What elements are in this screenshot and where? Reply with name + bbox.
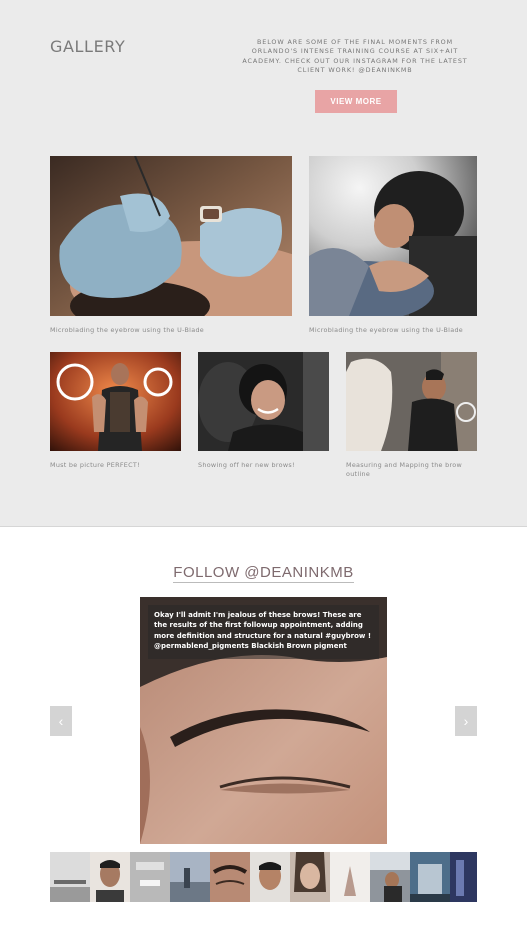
microblading-photo-image xyxy=(50,156,292,316)
microblading-photo-image xyxy=(309,156,477,316)
instagram-thumbnail[interactable] xyxy=(50,852,90,902)
instagram-post-caption: Okay I'll admit I'm jealous of these bro… xyxy=(148,605,379,659)
follow-title: FOLLOW @DEANINKMB xyxy=(0,564,527,583)
gallery-photo-3[interactable] xyxy=(50,352,181,451)
carousel-prev-button[interactable]: ‹ xyxy=(50,706,72,736)
instagram-thumbnail[interactable] xyxy=(450,852,477,902)
instagram-thumbnail-strip xyxy=(50,852,477,902)
instagram-thumbnail[interactable] xyxy=(130,852,170,902)
instagram-thumbnail[interactable] xyxy=(250,852,290,902)
gallery-caption-2: Microblading the eyebrow using the U-Bla… xyxy=(309,326,464,334)
gallery-caption-4: Showing off her new brows! xyxy=(198,461,295,469)
smiling-client-image xyxy=(198,352,329,451)
carousel-next-button[interactable]: › xyxy=(455,706,477,736)
gallery-title: GALLERY xyxy=(50,37,126,56)
chevron-left-icon: ‹ xyxy=(58,713,64,729)
gallery-section: GALLERY BELOW ARE SOME OF THE FINAL MOME… xyxy=(0,0,527,527)
view-more-button[interactable]: VIEW MORE xyxy=(315,90,397,113)
brow-mapping-image xyxy=(346,352,477,451)
gallery-photo-2[interactable] xyxy=(309,156,477,316)
instagram-thumbnail[interactable] xyxy=(330,852,370,902)
instagram-thumbnail[interactable] xyxy=(290,852,330,902)
chevron-right-icon: › xyxy=(463,713,469,729)
gallery-photo-1[interactable] xyxy=(50,156,292,316)
instagram-thumbnail[interactable] xyxy=(170,852,210,902)
gallery-caption-5: Measuring and Mapping the brow outline xyxy=(346,461,462,478)
instagram-thumbnail[interactable] xyxy=(410,852,450,902)
instagram-thumbnail[interactable] xyxy=(90,852,130,902)
ring-light-portrait-image xyxy=(50,352,181,451)
gallery-caption-1: Microblading the eyebrow using the U-Bla… xyxy=(50,326,205,334)
follow-title-link[interactable]: FOLLOW @DEANINKMB xyxy=(173,564,354,583)
instagram-feed-main-post[interactable]: Okay I'll admit I'm jealous of these bro… xyxy=(140,597,387,844)
gallery-photo-4[interactable] xyxy=(198,352,329,451)
instagram-thumbnail[interactable] xyxy=(370,852,410,902)
gallery-intro: BELOW ARE SOME OF THE FINAL MOMENTS FROM… xyxy=(242,38,468,75)
gallery-photo-5[interactable] xyxy=(346,352,477,451)
instagram-thumbnail[interactable] xyxy=(210,852,250,902)
gallery-caption-3: Must be picture PERFECT! xyxy=(50,461,140,469)
